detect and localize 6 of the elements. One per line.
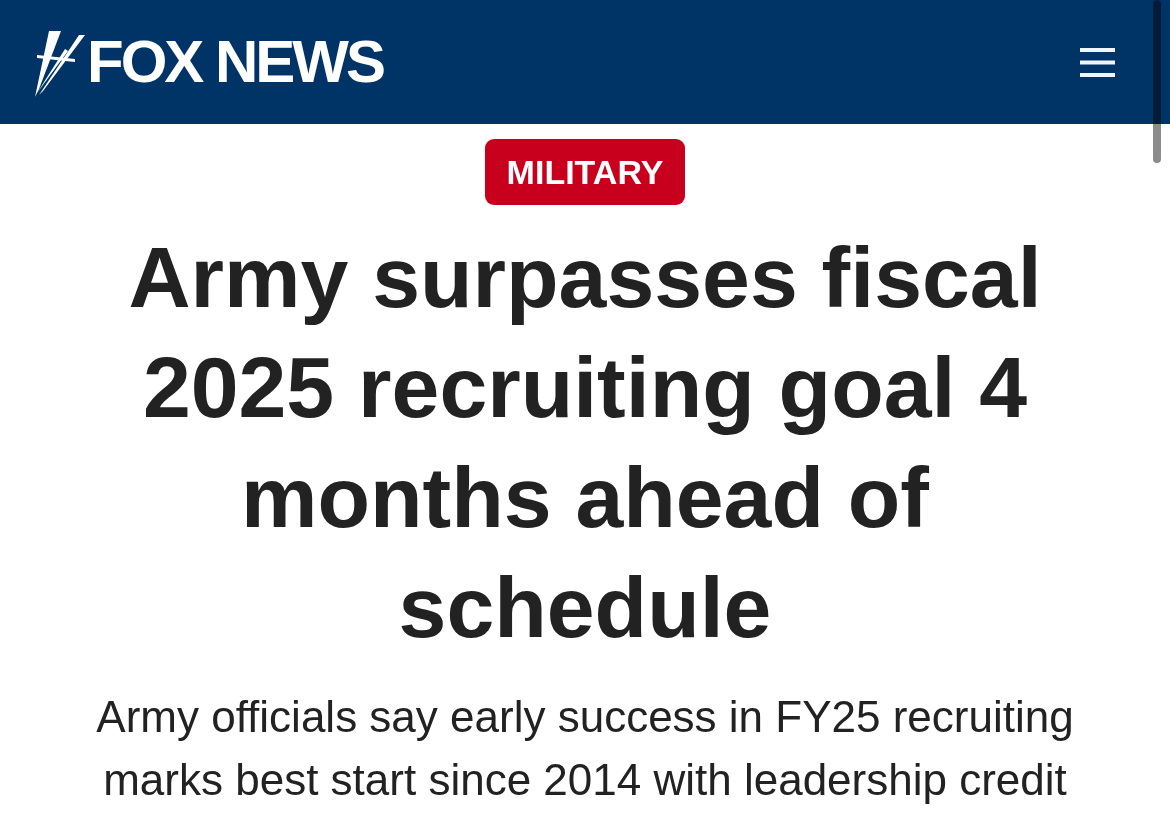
article-subheadline: Army officials say early success in FY25 recruiting marks best start since 2014 with leadership credit <box>95 691 1075 806</box>
logo-wordmark[interactable]: FOX NEWS <box>87 32 383 92</box>
headline: Army surpasses fiscal 2025 recruiting goal 4 months ahead of schedule <box>127 228 1043 657</box>
category-link[interactable]: MILITARY <box>484 139 686 205</box>
menu-icon[interactable] <box>1080 47 1115 77</box>
searchlight-icon[interactable] <box>35 29 85 97</box>
